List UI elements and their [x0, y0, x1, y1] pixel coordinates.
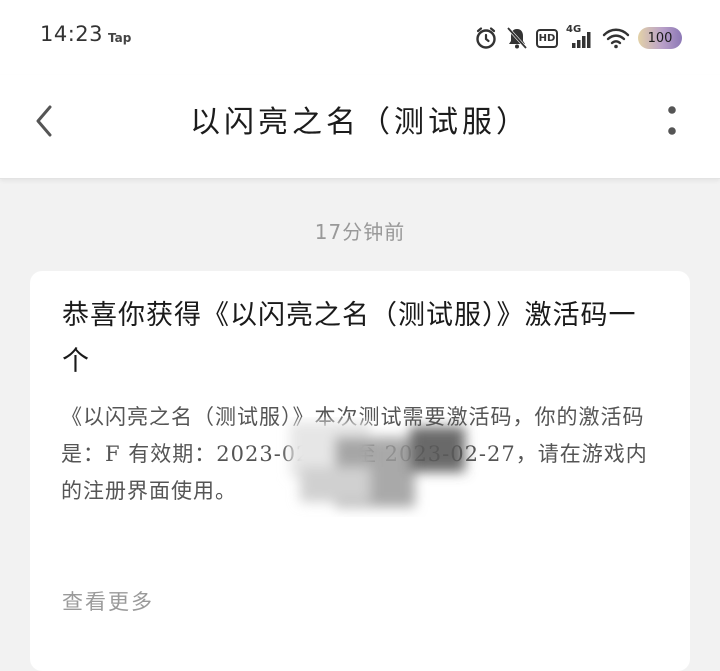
page-title: 以闪亮之名（测试服） [190, 105, 530, 140]
status-icons: HD 4G 100 [474, 24, 682, 52]
battery-indicator: 100 [638, 27, 682, 49]
view-more-link[interactable]: 查看更多 [62, 586, 154, 616]
more-vertical-icon [668, 106, 676, 135]
more-options-button[interactable] [664, 103, 680, 139]
message-title: 恭喜你获得《以闪亮之名（测试服）》激活码一个 [62, 300, 637, 377]
message-body: 《以闪亮之名（测试服）》本次测试需要激活码，你的激活码是：F 有效期：2023-… [61, 405, 648, 503]
title-bar: 以闪亮之名（测试服） [0, 75, 720, 179]
message-card[interactable]: 恭喜你获得《以闪亮之名（测试服）》激活码一个 《以闪亮之名（测试服）》本次测试需… [30, 271, 690, 671]
tap-app-indicator: Tap [108, 31, 132, 45]
status-time: 14:23 [40, 22, 104, 46]
mute-bell-icon [506, 26, 528, 50]
signal-icon: 4G [566, 24, 594, 50]
status-bar: 14:23 Tap HD 4G 100 [0, 0, 720, 75]
alarm-icon [474, 26, 498, 50]
message-timestamp: 17分钟前 [314, 220, 406, 244]
hd-badge: HD [536, 28, 558, 48]
wifi-icon [602, 27, 630, 49]
